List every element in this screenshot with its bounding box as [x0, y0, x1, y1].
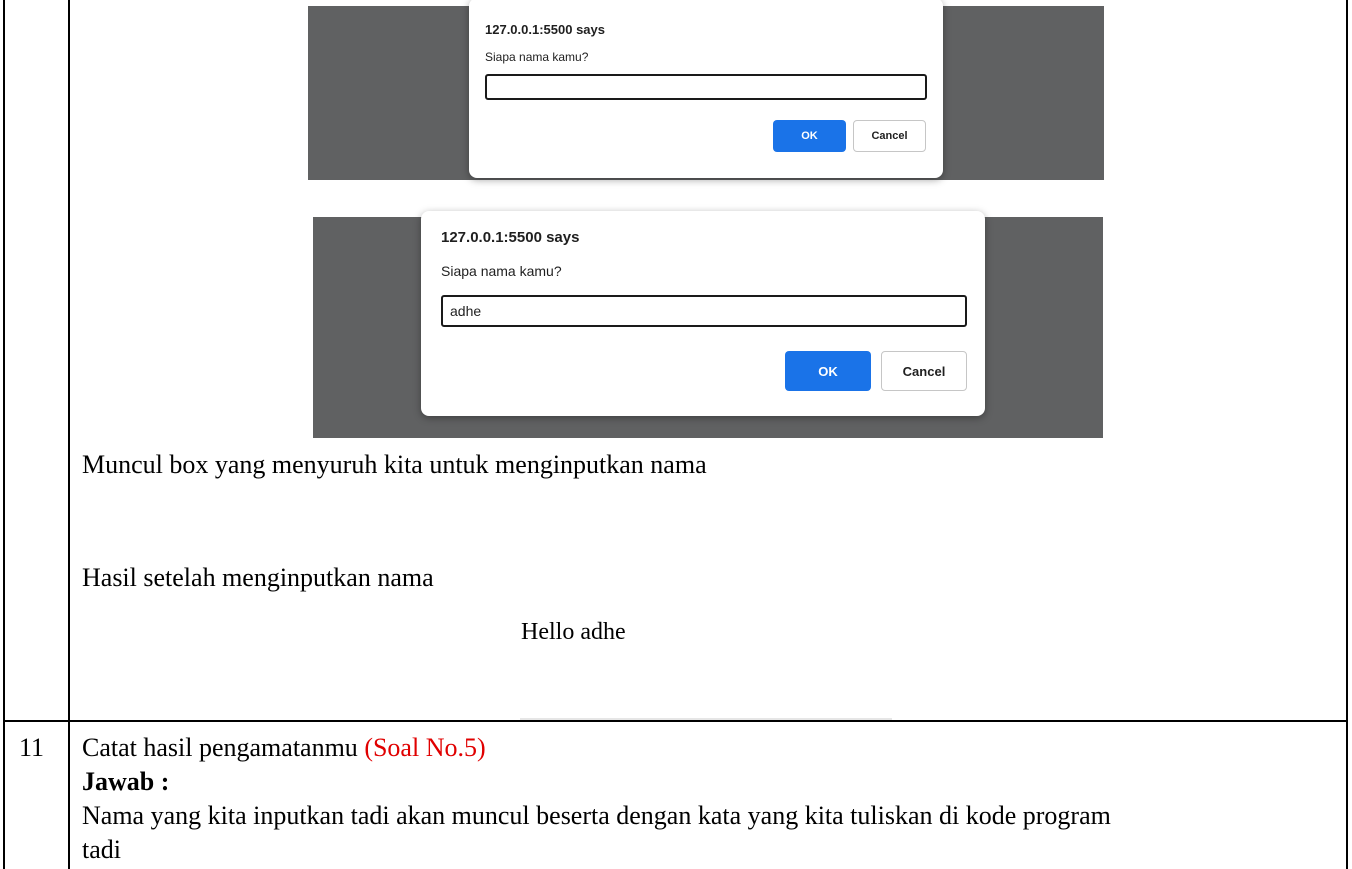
- answer-text-line2: tadi: [82, 835, 121, 864]
- prompt-screenshot-empty: 127.0.0.1:5500 says Siapa nama kamu? OK …: [308, 0, 1104, 180]
- question-reference: (Soal No.5): [364, 733, 486, 762]
- name-input[interactable]: [485, 74, 927, 100]
- prompt-dialog: 127.0.0.1:5500 says Siapa nama kamu? adh…: [421, 211, 985, 416]
- table-row-divider: [3, 720, 1348, 722]
- instruction-line: Catat hasil pengamatanmu (Soal No.5): [82, 733, 486, 763]
- name-input[interactable]: adhe: [441, 295, 967, 327]
- cancel-button[interactable]: Cancel: [853, 120, 926, 152]
- row-number: 11: [19, 733, 45, 762]
- prompt-screenshot-filled: 127.0.0.1:5500 says Siapa nama kamu? adh…: [313, 211, 1103, 438]
- cancel-button[interactable]: Cancel: [881, 351, 967, 391]
- dialog-title: 127.0.0.1:5500 says: [485, 22, 605, 37]
- dialog-title: 127.0.0.1:5500 says: [441, 229, 580, 246]
- result-output: Hello adhe: [521, 619, 626, 645]
- name-input-value: adhe: [450, 303, 482, 319]
- prompt-dialog: 127.0.0.1:5500 says Siapa nama kamu? OK …: [469, 0, 943, 178]
- caption-result: Hasil setelah menginputkan nama: [82, 563, 434, 592]
- result-screenshot-edge: [520, 718, 892, 720]
- instruction-text: Catat hasil pengamatanmu: [82, 733, 358, 762]
- table-column-divider: [68, 0, 70, 869]
- answer-label: Jawab :: [82, 767, 170, 796]
- caption-prompt: Muncul box yang menyuruh kita untuk meng…: [82, 450, 707, 479]
- table-left-border: [3, 0, 5, 869]
- table-right-border: [1346, 0, 1348, 869]
- dialog-message: Siapa nama kamu?: [441, 263, 562, 279]
- dialog-message: Siapa nama kamu?: [485, 50, 589, 64]
- ok-button[interactable]: OK: [785, 351, 871, 391]
- answer-text-line1: Nama yang kita inputkan tadi akan muncul…: [82, 801, 1111, 830]
- ok-button[interactable]: OK: [773, 120, 846, 152]
